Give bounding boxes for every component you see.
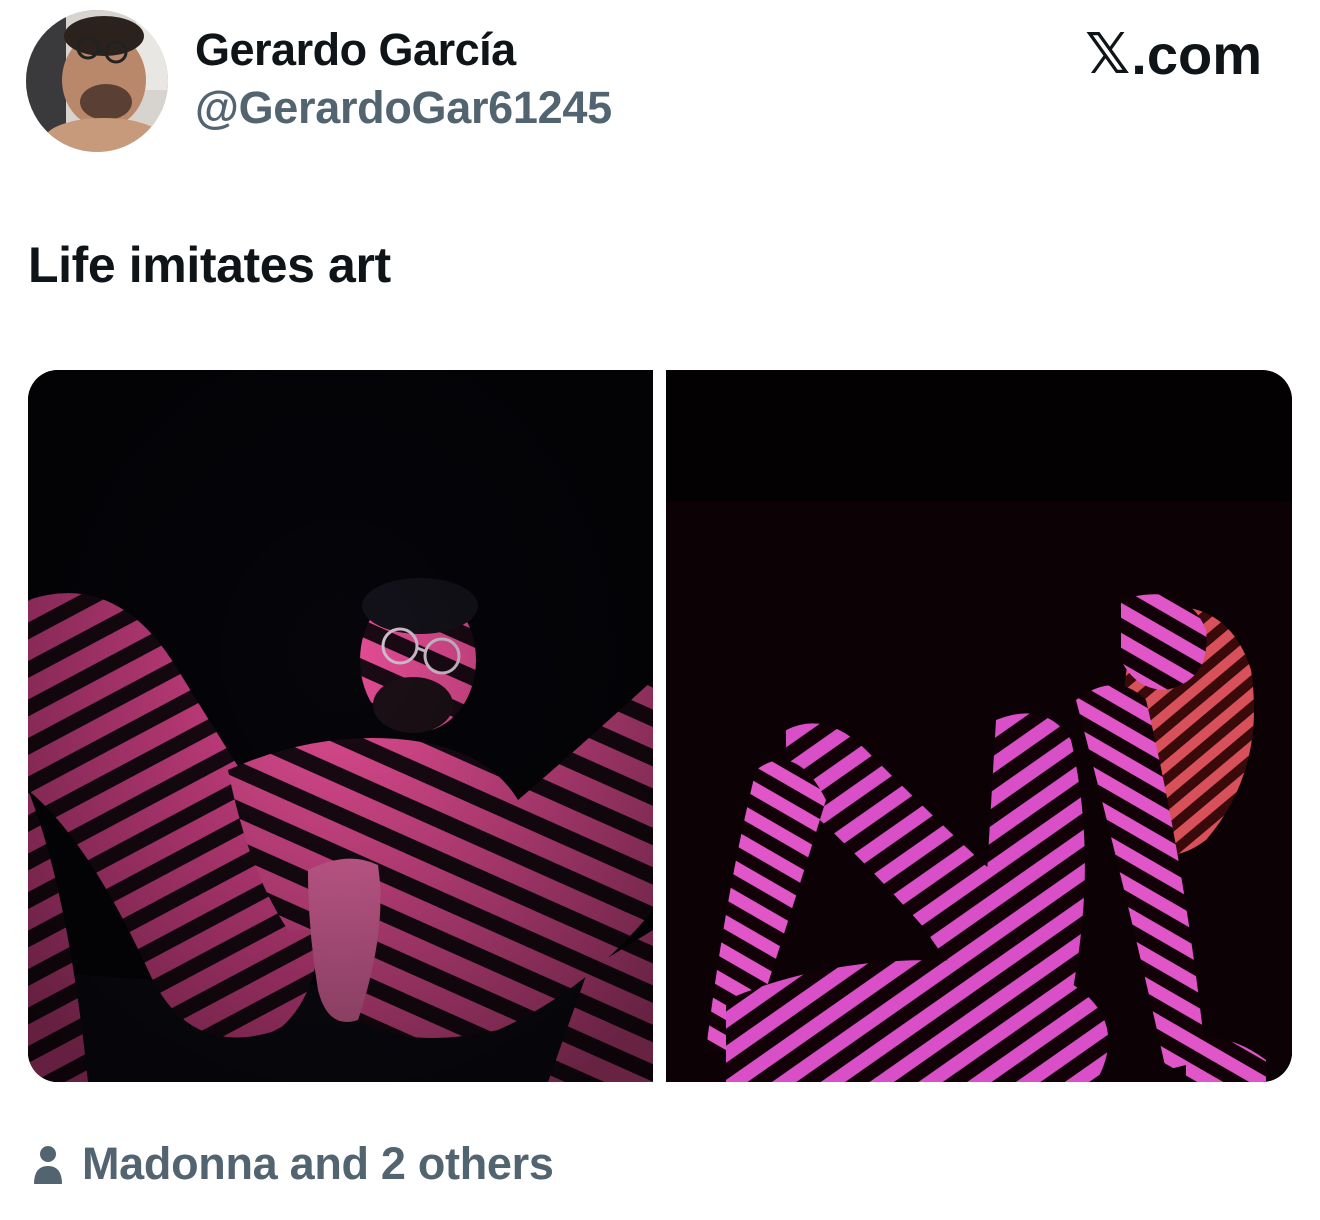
person-icon (34, 1146, 62, 1184)
author-handle[interactable]: @GerardoGar61245 (195, 82, 612, 134)
photo-right-image (666, 370, 1292, 1082)
avatar[interactable] (26, 10, 168, 152)
x-logo-icon: 𝕏 (1085, 22, 1131, 87)
tagged-users[interactable]: Madonna and 2 others (32, 1138, 554, 1190)
tagged-users-text: Madonna and 2 others (82, 1138, 554, 1189)
post-card: Gerardo García @GerardoGar61245 𝕏 .com L… (0, 0, 1320, 1220)
post-text: Life imitates art (28, 237, 391, 293)
brand-domain: .com (1131, 23, 1262, 86)
media-grid (28, 370, 1292, 1082)
photo-left[interactable] (28, 370, 653, 1082)
photo-left-image (28, 370, 653, 1082)
media-divider (653, 370, 666, 1082)
author-display-name[interactable]: Gerardo García (195, 24, 516, 76)
avatar-photo (26, 10, 168, 152)
photo-right[interactable] (666, 370, 1292, 1082)
x-com-logo: 𝕏 .com (1085, 22, 1262, 87)
